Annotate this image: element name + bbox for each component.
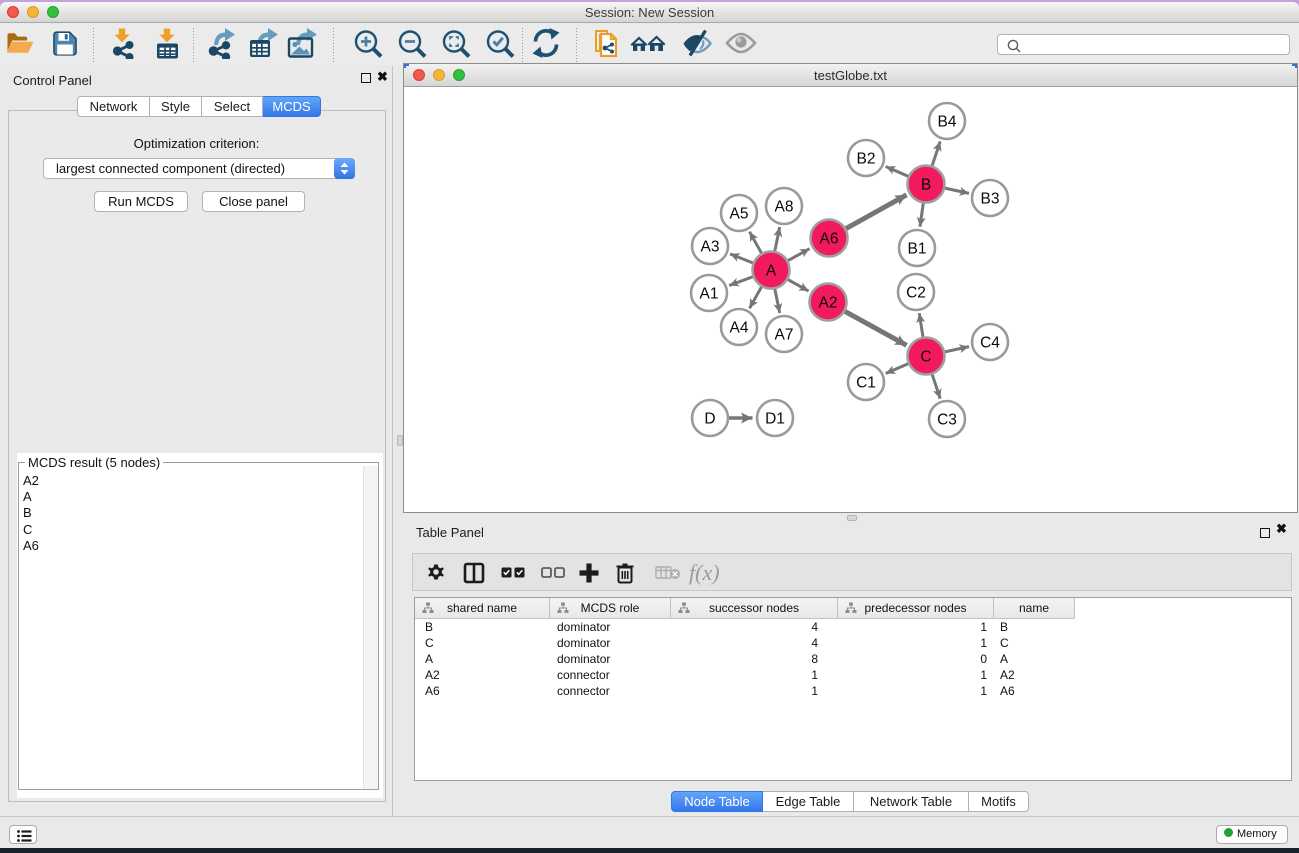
svg-text:A1: A1 <box>700 286 719 303</box>
svg-text:A3: A3 <box>701 239 720 256</box>
svg-text:B3: B3 <box>981 191 1000 208</box>
svg-text:B4: B4 <box>938 114 957 131</box>
svg-text:A8: A8 <box>775 199 794 216</box>
svg-text:D: D <box>704 411 715 428</box>
svg-text:A5: A5 <box>730 206 749 223</box>
svg-text:C3: C3 <box>937 412 957 429</box>
svg-text:C: C <box>920 349 931 366</box>
svg-text:A7: A7 <box>775 327 794 344</box>
svg-text:A6: A6 <box>820 231 839 248</box>
svg-text:B: B <box>921 177 931 194</box>
svg-text:C4: C4 <box>980 335 1000 352</box>
svg-text:C1: C1 <box>856 375 876 392</box>
svg-text:A2: A2 <box>819 295 838 312</box>
svg-text:D1: D1 <box>765 411 785 428</box>
svg-text:C2: C2 <box>906 285 926 302</box>
svg-text:B2: B2 <box>857 151 876 168</box>
svg-text:B1: B1 <box>908 241 927 258</box>
svg-text:A: A <box>766 263 777 280</box>
svg-text:A4: A4 <box>730 320 749 337</box>
